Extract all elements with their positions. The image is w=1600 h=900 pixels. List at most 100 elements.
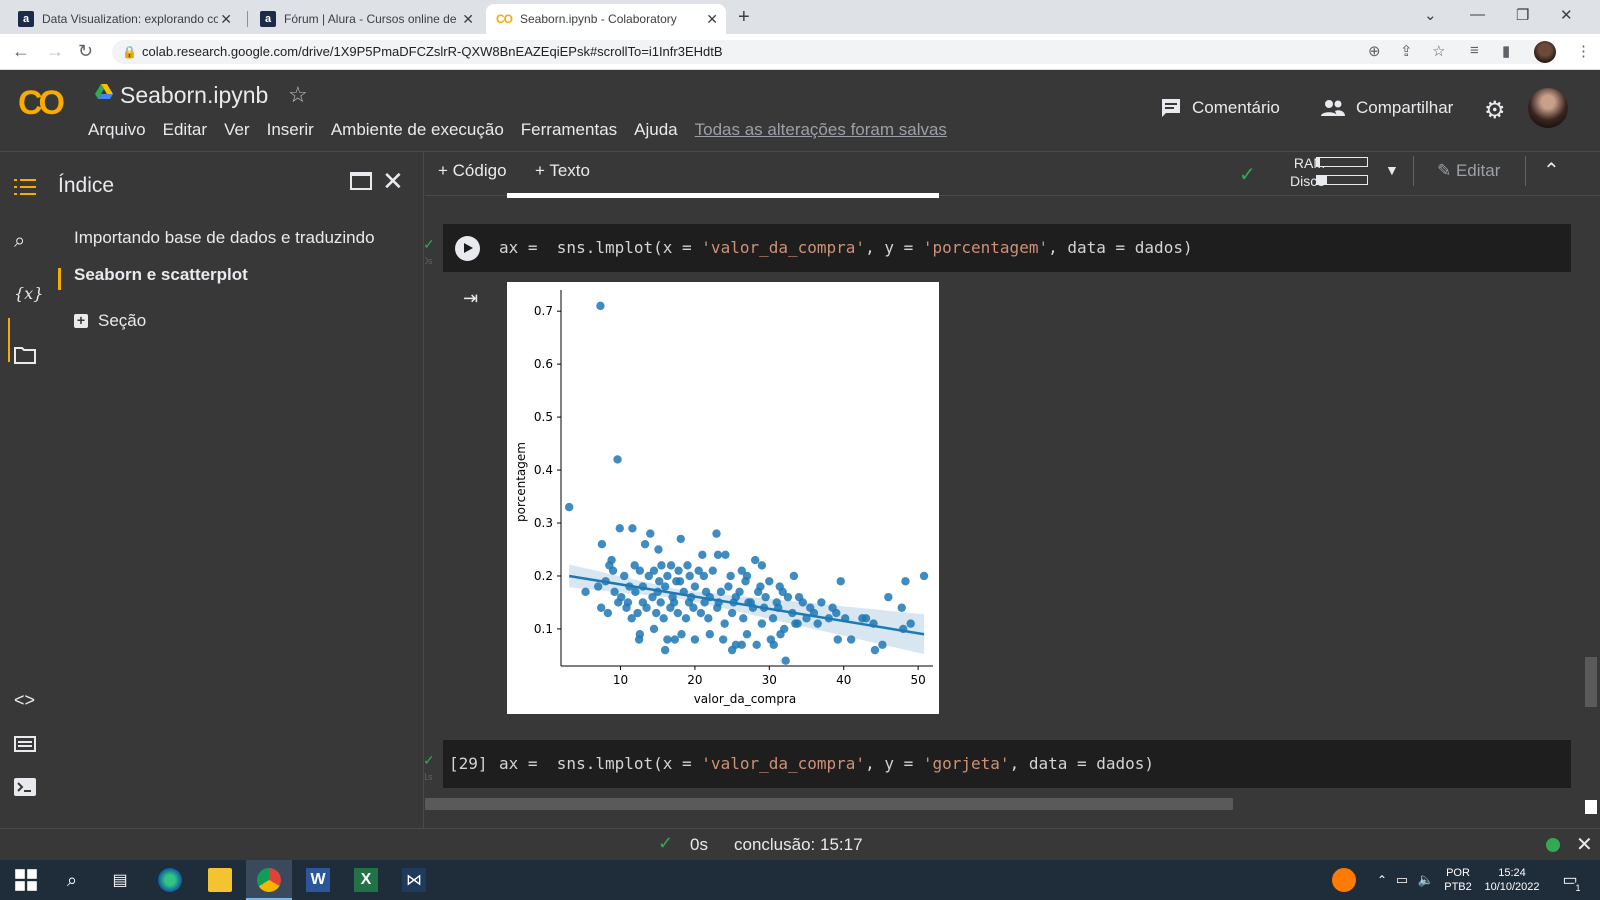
zoom-icon[interactable]: ⊕: [1368, 42, 1381, 60]
horizontal-scrollbar[interactable]: [425, 798, 1233, 810]
comment-label: Comentário: [1192, 98, 1280, 117]
windows-start-icon[interactable]: [14, 868, 38, 892]
code-text: , y =: [865, 754, 923, 773]
edit-label: Editar: [1455, 161, 1501, 180]
add-text-button[interactable]: + Texto: [535, 161, 590, 181]
scatter-point: [716, 587, 726, 597]
forward-arrow-icon[interactable]: →: [46, 41, 64, 62]
run-cell-button[interactable]: [455, 236, 480, 261]
scatter-point: [781, 656, 790, 665]
system-clock[interactable]: 15:24 10/10/2022: [1480, 866, 1544, 894]
browser-profile-avatar[interactable]: [1534, 41, 1556, 63]
open-in-tab-icon[interactable]: [350, 172, 372, 190]
toc-item-seaborn[interactable]: Seaborn e scatterplot: [74, 265, 248, 285]
files-folder-icon[interactable]: [14, 346, 36, 364]
minimize-icon[interactable]: —: [1470, 6, 1485, 23]
scatter-point: [757, 561, 767, 570]
word-icon[interactable]: W: [306, 868, 330, 892]
menu-ajuda[interactable]: Ajuda: [634, 120, 677, 140]
connected-check-icon: ✓: [1239, 164, 1256, 186]
notebook-title[interactable]: Seaborn.ipynb: [120, 82, 268, 109]
disk-usage-bar: [1316, 175, 1368, 185]
add-code-button[interactable]: + Código: [438, 161, 507, 181]
input-language[interactable]: POR PTB2: [1440, 866, 1476, 894]
search-icon[interactable]: ⌕: [14, 230, 25, 253]
add-section-button[interactable]: + Seção: [74, 311, 146, 331]
close-window-icon[interactable]: ✕: [1560, 6, 1573, 24]
task-view-icon[interactable]: ▤: [108, 868, 132, 892]
command-palette-icon[interactable]: [14, 736, 36, 752]
new-tab-button[interactable]: +: [738, 6, 750, 29]
code-snippets-icon[interactable]: <>: [14, 690, 35, 711]
close-tab-icon[interactable]: ✕: [706, 11, 718, 28]
edit-button[interactable]: ✎ Editar: [1437, 161, 1500, 181]
code-line[interactable]: ax = sns.lmplot(x = 'valor_da_compra', y…: [499, 754, 1154, 773]
ram-fill: [1317, 158, 1320, 166]
comment-button[interactable]: Comentário: [1160, 98, 1280, 118]
scatter-point: [833, 635, 842, 644]
browser-tab-title: Data Visualization: explorando co: [42, 12, 218, 26]
browser-tab-colab[interactable]: CO Seaborn.ipynb - Colaboratory ✕: [486, 4, 726, 34]
menu-ver[interactable]: Ver: [224, 120, 250, 140]
settings-gear-icon[interactable]: ⚙: [1484, 96, 1506, 125]
scatter-point: [817, 598, 826, 607]
status-completion[interactable]: conclusão: 15:17: [734, 835, 863, 855]
runtime-dropdown-icon[interactable]: ▼: [1385, 162, 1399, 178]
menu-editar[interactable]: Editar: [163, 120, 207, 140]
tab-search-icon[interactable]: ⌄: [1424, 6, 1437, 24]
browser-tab-alura-dataviz[interactable]: a Data Visualization: explorando co ✕: [8, 4, 240, 34]
lang-top: POR: [1446, 867, 1470, 879]
toc-item-importando[interactable]: Importando base de dados e traduzindo: [74, 228, 375, 248]
close-tab-icon[interactable]: ✕: [462, 11, 474, 28]
left-icon-rail: ⌕ {x} <>: [0, 152, 52, 828]
reading-list-icon[interactable]: ≡: [1470, 42, 1479, 59]
browser-tab-alura-forum[interactable]: a Fórum | Alura - Cursos online de ✕: [250, 4, 482, 34]
toc-title: Índice: [58, 174, 115, 197]
restore-icon[interactable]: ❐: [1516, 6, 1529, 24]
variables-icon[interactable]: {x}: [14, 284, 43, 303]
file-explorer-icon[interactable]: [208, 868, 232, 892]
star-icon[interactable]: ☆: [288, 82, 308, 108]
close-statusbar-icon[interactable]: ✕: [1576, 832, 1593, 857]
user-avatar[interactable]: [1528, 88, 1568, 128]
output-actions-icon[interactable]: ⇥: [463, 288, 478, 309]
code-cell[interactable]: [29] ax = sns.lmplot(x = 'valor_da_compr…: [443, 740, 1571, 788]
vpn-app-icon[interactable]: ⋈: [402, 868, 426, 892]
back-arrow-icon[interactable]: ←: [12, 41, 30, 62]
volume-icon[interactable]: 🔈: [1414, 868, 1438, 892]
code-cell[interactable]: ax = sns.lmplot(x = 'valor_da_compra', y…: [443, 224, 1571, 272]
collapse-header-icon[interactable]: ⌃: [1543, 158, 1560, 183]
terminal-icon[interactable]: [14, 778, 36, 796]
menu-ambiente-execucao[interactable]: Ambiente de execução: [331, 120, 504, 140]
scatter-point: [878, 640, 887, 650]
status-exec-time[interactable]: 0s: [690, 835, 708, 855]
save-status-link[interactable]: Todas as alterações foram salvas: [695, 120, 947, 140]
code-line[interactable]: ax = sns.lmplot(x = 'valor_da_compra', y…: [499, 238, 1193, 257]
vertical-scrollbar[interactable]: [1585, 657, 1597, 707]
colab-logo[interactable]: CO: [18, 84, 65, 123]
close-tab-icon[interactable]: ✕: [220, 11, 232, 28]
menu-ferramentas[interactable]: Ferramentas: [521, 120, 617, 140]
menu-arquivo[interactable]: Arquivo: [88, 120, 146, 140]
browser-menu-icon[interactable]: ⋮: [1576, 42, 1591, 60]
y-tick-label: 0.3: [534, 516, 553, 530]
share-button[interactable]: Compartilhar: [1320, 98, 1453, 118]
address-bar[interactable]: 🔒 colab.research.google.com/drive/1X9P5P…: [112, 40, 1554, 64]
chrome-icon[interactable]: [257, 868, 281, 892]
bookmark-star-icon[interactable]: ☆: [1432, 42, 1445, 60]
taskbar-search-icon[interactable]: ⌕: [60, 868, 84, 892]
edge-icon[interactable]: [158, 868, 182, 892]
notifications-button[interactable]: ▭ 1: [1558, 868, 1584, 894]
close-panel-icon[interactable]: ✕: [382, 166, 404, 197]
menu-inserir[interactable]: Inserir: [267, 120, 314, 140]
scatter-point: [712, 529, 721, 538]
reload-icon[interactable]: ↻: [78, 41, 93, 62]
excel-icon[interactable]: X: [354, 868, 378, 892]
scatter-point: [690, 635, 700, 644]
network-icon[interactable]: ▭: [1390, 868, 1414, 892]
code-text: , y =: [865, 238, 923, 257]
tray-app-icon[interactable]: [1332, 868, 1356, 892]
side-panel-icon[interactable]: ▮: [1502, 42, 1510, 60]
table-of-contents-icon[interactable]: [14, 178, 36, 196]
share-page-icon[interactable]: ⇪: [1400, 42, 1413, 60]
